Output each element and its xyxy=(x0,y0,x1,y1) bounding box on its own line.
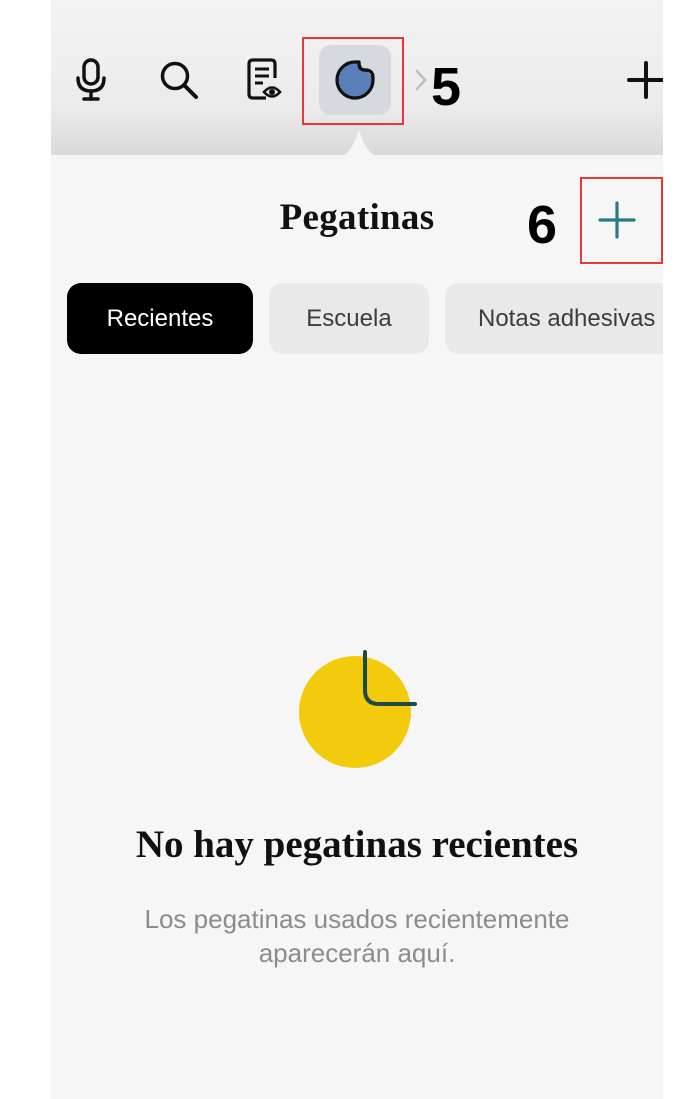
search-icon[interactable] xyxy=(149,48,209,112)
highlight-box-step-5 xyxy=(302,37,404,125)
sticker-illustration-icon xyxy=(299,650,417,768)
empty-state-title: No hay pegatinas recientes xyxy=(135,823,579,866)
plus-icon[interactable] xyxy=(621,52,663,108)
highlight-box-step-6 xyxy=(580,177,663,264)
app-frame: 5 Pegatinas 6 Recientes Escuela Notas ad… xyxy=(51,0,663,1099)
empty-state-description: Los pegatinas usados recientemente apare… xyxy=(144,904,570,968)
tab-escuela[interactable]: Escuela xyxy=(269,283,429,354)
tab-recientes[interactable]: Recientes xyxy=(67,283,253,354)
chevron-right-icon xyxy=(413,60,429,100)
sheet-title: Pegatinas xyxy=(279,197,435,238)
microphone-icon[interactable] xyxy=(61,48,121,112)
reader-view-icon[interactable] xyxy=(235,48,295,112)
step-number-6: 6 xyxy=(527,195,558,255)
step-number-5: 5 xyxy=(431,57,462,117)
tab-notas-adhesivas[interactable]: Notas adhesivas xyxy=(445,283,663,354)
popover-arrow xyxy=(337,130,381,158)
